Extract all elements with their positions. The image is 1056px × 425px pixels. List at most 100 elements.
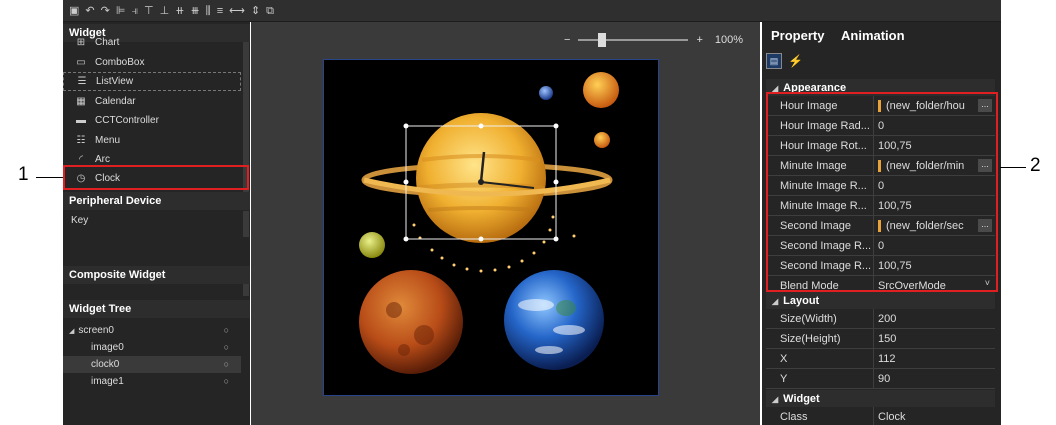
cct-controller-icon: ▬ xyxy=(76,115,86,126)
property-row[interactable]: Hour Image Rot... 100,75 xyxy=(766,136,995,156)
space-v-icon[interactable]: ⇕ xyxy=(251,4,260,18)
widget-item-listview[interactable]: ☰ ListView xyxy=(63,72,241,91)
tab-animation[interactable]: Animation xyxy=(841,28,905,43)
property-value[interactable]: 100,75 xyxy=(874,196,995,216)
callout-label-1: 1 xyxy=(18,164,29,185)
property-value[interactable]: Clock xyxy=(874,407,995,425)
property-row[interactable]: Second Image (new_folder/sec... xyxy=(766,216,995,236)
tree-item-label: clock0 xyxy=(91,359,120,370)
tree-item-screen0[interactable]: ◢ screen0 ○ xyxy=(63,322,241,339)
property-value[interactable]: 150 xyxy=(874,329,995,349)
tree-item-image1[interactable]: image1 ○ xyxy=(63,373,241,390)
align-left-icon[interactable]: ⊫ xyxy=(116,4,126,18)
align-right-icon[interactable]: ⫣ xyxy=(131,4,138,18)
collapse-triangle-icon[interactable]: ◢ xyxy=(772,297,778,306)
visibility-icon[interactable]: ○ xyxy=(224,359,229,369)
collapse-triangle-icon[interactable]: ◢ xyxy=(772,84,778,93)
distribute-v-icon[interactable]: ≡ xyxy=(217,4,223,18)
property-row[interactable]: Size(Width) 200 xyxy=(766,309,995,329)
widget-item-combobox[interactable]: ▭ ComboBox xyxy=(63,53,241,72)
property-row[interactable]: Hour Image Rad... 0 xyxy=(766,116,995,136)
property-name: Second Image R... xyxy=(766,256,874,276)
expand-triangle-icon[interactable]: ◢ xyxy=(69,327,74,335)
visibility-icon[interactable]: ○ xyxy=(224,325,229,335)
widget-item-arc[interactable]: ◜ Arc xyxy=(63,150,241,169)
property-row[interactable]: Size(Height) 150 xyxy=(766,329,995,349)
property-value-text: 200 xyxy=(878,313,897,325)
align-center-h-icon[interactable]: ⧻ xyxy=(190,4,199,18)
widget-item-cctcontroller[interactable]: ▬ CCTController xyxy=(63,111,241,130)
peripheral-scrollbar[interactable] xyxy=(243,211,249,237)
section-layout[interactable]: ◢ Layout xyxy=(766,292,995,310)
tree-item-image0[interactable]: image0 ○ xyxy=(63,339,241,356)
property-row[interactable]: Minute Image R... 0 xyxy=(766,176,995,196)
design-canvas[interactable]: − + 100% xyxy=(251,22,760,425)
align-center-v-icon[interactable]: ⧺ xyxy=(175,4,184,18)
calendar-icon: ▦ xyxy=(76,96,86,107)
property-value[interactable]: 0 xyxy=(874,176,995,196)
align-top-icon[interactable]: ⊤ xyxy=(144,4,154,18)
widget-item-label: CCTController xyxy=(95,115,159,126)
widget-item-clock[interactable]: ◷ Clock xyxy=(63,169,241,188)
property-value[interactable]: 0 xyxy=(874,116,995,136)
property-value[interactable]: (new_folder/sec... xyxy=(874,216,995,236)
property-value[interactable]: (new_folder/hou... xyxy=(874,96,995,116)
widget-item-label: Chart xyxy=(95,36,120,48)
property-value-text: 100,75 xyxy=(878,200,912,212)
property-row[interactable]: Class Clock xyxy=(766,407,995,425)
menu-icon: ☷ xyxy=(76,135,86,146)
undo-icon[interactable]: ↶ xyxy=(85,4,94,18)
property-panel: Property Animation ▤ ⚡ ◢ Appearance Hour … xyxy=(762,22,1001,425)
save-icon[interactable]: ▣ xyxy=(69,4,79,18)
property-value[interactable]: 200 xyxy=(874,309,995,329)
property-value[interactable]: 0 xyxy=(874,236,995,256)
redo-icon[interactable]: ↷ xyxy=(101,4,110,18)
property-row[interactable]: Minute Image (new_folder/min... xyxy=(766,156,995,176)
align-bottom-icon[interactable]: ⊥ xyxy=(160,4,170,18)
browse-button[interactable]: ... xyxy=(978,159,992,172)
zoom-slider-thumb[interactable] xyxy=(598,33,607,47)
property-row[interactable]: Second Image R... 100,75 xyxy=(766,256,995,276)
chevron-down-icon[interactable]: ˅ xyxy=(985,278,990,288)
property-row[interactable]: Second Image R... 0 xyxy=(766,236,995,256)
visibility-icon[interactable]: ○ xyxy=(224,376,229,386)
property-row[interactable]: X 112 xyxy=(766,349,995,369)
property-name: Hour Image Rad... xyxy=(766,116,874,136)
zoom-slider[interactable] xyxy=(578,33,689,47)
tree-item-clock0[interactable]: clock0 ○ xyxy=(63,356,241,373)
widget-item-menu[interactable]: ☷ Menu xyxy=(63,131,241,150)
section-widget[interactable]: ◢ Widget xyxy=(766,390,995,408)
property-value[interactable]: 100,75 xyxy=(874,256,995,276)
zoom-out-button[interactable]: − xyxy=(564,34,570,46)
widget-list-scrollbar[interactable] xyxy=(243,42,249,192)
widget-item-chart[interactable]: ⊞ Chart xyxy=(63,36,241,48)
same-size-icon[interactable]: ⧉ xyxy=(266,4,274,18)
browse-button[interactable]: ... xyxy=(978,219,992,232)
widget-item-calendar[interactable]: ▦ Calendar xyxy=(63,92,241,111)
property-value[interactable]: 112 xyxy=(874,349,995,369)
property-value[interactable]: 90 xyxy=(874,369,995,389)
events-lightning-icon[interactable]: ⚡ xyxy=(788,54,803,68)
callout-line-1 xyxy=(36,177,63,178)
property-row[interactable]: Hour Image (new_folder/hou... xyxy=(766,96,995,116)
peripheral-item-key[interactable]: Key xyxy=(63,211,241,230)
composite-scrollbar[interactable] xyxy=(243,284,249,296)
zoom-in-button[interactable]: + xyxy=(696,34,702,46)
screen-preview[interactable] xyxy=(323,59,659,396)
combobox-icon: ▭ xyxy=(76,57,86,68)
browse-button[interactable]: ... xyxy=(978,99,992,112)
space-h-icon[interactable]: ⟷ xyxy=(229,4,245,18)
tab-property[interactable]: Property xyxy=(771,28,824,43)
section-appearance[interactable]: ◢ Appearance xyxy=(766,79,995,97)
distribute-h-icon[interactable]: ⫼ xyxy=(206,4,211,18)
property-row[interactable]: Minute Image R... 100,75 xyxy=(766,196,995,216)
property-value[interactable]: (new_folder/min... xyxy=(874,156,995,176)
properties-view-icon[interactable]: ▤ xyxy=(766,53,782,69)
visibility-icon[interactable]: ○ xyxy=(224,342,229,352)
callout-label-2: 2 xyxy=(1030,155,1041,176)
collapse-triangle-icon[interactable]: ◢ xyxy=(772,395,778,404)
property-name: Minute Image R... xyxy=(766,196,874,216)
property-row[interactable]: Y 90 xyxy=(766,369,995,389)
left-panel: Widget ⊞ Chart ▭ ComboBox ☰ ListView ▦ C… xyxy=(63,22,250,425)
property-value[interactable]: 100,75 xyxy=(874,136,995,156)
